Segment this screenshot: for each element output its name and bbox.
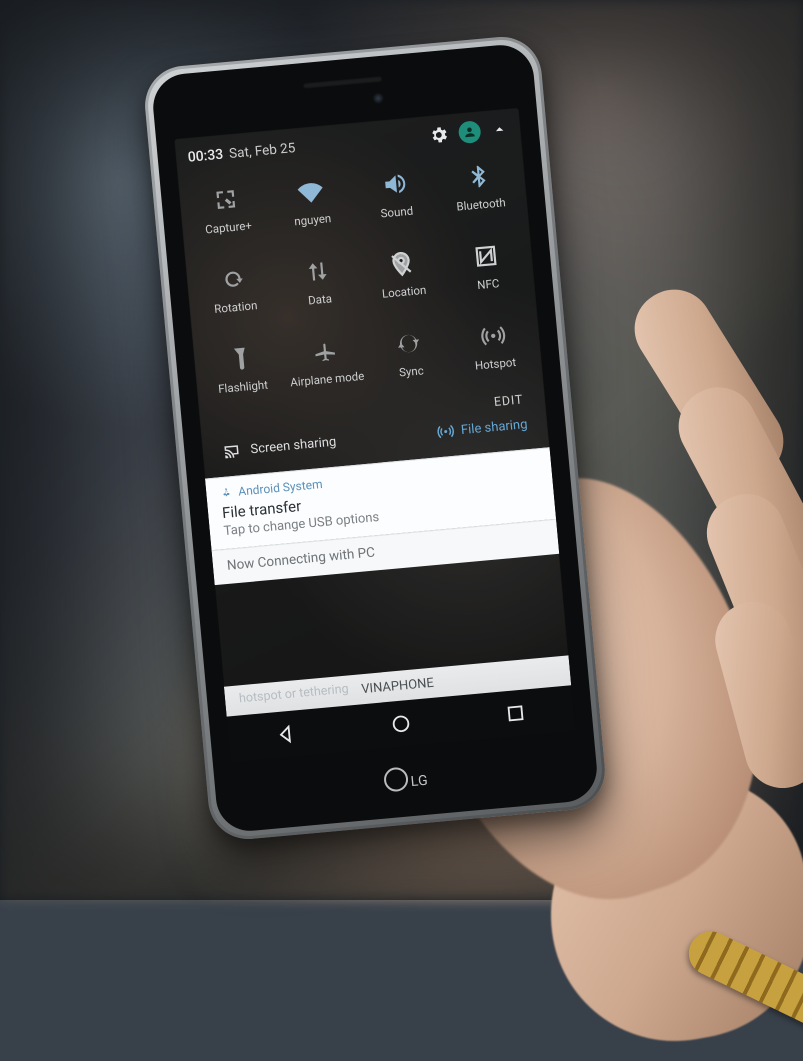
qs-tile-label: Data <box>307 291 332 307</box>
capture-plus-icon <box>210 183 243 216</box>
broadcast-icon <box>436 422 456 442</box>
qs-tile-hotspot[interactable]: Hotspot <box>449 311 540 398</box>
earpiece <box>303 76 383 89</box>
qs-tile-rotation[interactable]: Rotation <box>189 254 280 341</box>
airplane-icon <box>308 335 341 368</box>
bracelet <box>681 924 803 1060</box>
qs-tile-label: Bluetooth <box>456 195 506 213</box>
file-sharing-button[interactable]: File sharing <box>436 415 528 441</box>
cast-icon <box>222 441 242 461</box>
chevron-up-icon[interactable] <box>490 120 510 140</box>
front-sensor <box>372 92 385 105</box>
qs-tile-label: Rotation <box>214 298 258 316</box>
qs-tile-capture-plus[interactable]: Capture+ <box>182 175 273 262</box>
back-icon <box>274 722 298 746</box>
qs-tile-label: nguyen <box>294 211 332 228</box>
home-icon <box>389 712 413 736</box>
screen: 00:33 Sat, Feb 25 Capture+nguyenSoun <box>174 108 575 763</box>
qs-tile-bluetooth[interactable]: Bluetooth <box>435 152 526 239</box>
qs-tile-flashlight[interactable]: Flashlight <box>197 334 288 421</box>
qs-tile-airplane[interactable]: Airplane mode <box>281 326 372 413</box>
user-avatar[interactable] <box>458 120 482 144</box>
qs-tile-nfc[interactable]: NFC <box>442 231 533 318</box>
qs-tile-sync[interactable]: Sync <box>365 319 456 406</box>
background-text: hotspot or tethering <box>238 681 349 706</box>
home-button[interactable] <box>385 708 418 741</box>
phone-bezel: 00:33 Sat, Feb 25 Capture+nguyenSoun <box>150 42 599 833</box>
qs-tile-label: Flashlight <box>218 378 269 396</box>
usb-icon <box>220 486 233 499</box>
edit-button[interactable]: EDIT <box>493 392 523 410</box>
clock: 00:33 <box>187 147 224 166</box>
recents-icon <box>504 701 528 725</box>
qs-tile-label: Location <box>381 283 427 301</box>
qs-tile-label: Sound <box>380 204 414 221</box>
phone: 00:33 Sat, Feb 25 Capture+nguyenSoun <box>142 34 609 843</box>
qs-tile-wifi[interactable]: nguyen <box>266 167 357 254</box>
settings-icon[interactable] <box>428 124 450 146</box>
file-sharing-label: File sharing <box>460 417 528 438</box>
qs-tile-label: Sync <box>398 363 424 379</box>
carrier-name: VINAPHONE <box>361 675 435 697</box>
rotation-icon <box>217 263 250 296</box>
location-icon <box>385 248 418 281</box>
back-button[interactable] <box>270 718 303 751</box>
status-date: Sat, Feb 25 <box>228 140 296 162</box>
sound-icon <box>378 168 411 201</box>
qs-tile-label: Hotspot <box>474 355 516 373</box>
nfc-icon <box>469 240 502 273</box>
wifi-icon <box>294 176 327 209</box>
qs-tile-label: Airplane mode <box>290 369 365 390</box>
bluetooth-icon <box>462 160 495 193</box>
qs-tile-data[interactable]: Data <box>273 247 364 334</box>
flashlight-icon <box>224 343 257 376</box>
qs-tile-label: NFC <box>477 276 500 292</box>
qs-tile-location[interactable]: Location <box>358 239 449 326</box>
qs-tile-sound[interactable]: Sound <box>350 159 441 246</box>
recents-button[interactable] <box>500 697 533 730</box>
notification-secondary-text: Now Connecting with PC <box>226 545 375 574</box>
screen-sharing-button[interactable]: Screen sharing <box>222 433 337 461</box>
sync-icon <box>393 327 426 360</box>
data-icon <box>301 255 334 288</box>
qs-tile-label: Capture+ <box>205 218 253 236</box>
quick-settings: Capture+ nguyen Sound Bluetooth Rotation Data… <box>178 147 550 478</box>
screen-sharing-label: Screen sharing <box>250 434 337 457</box>
hotspot-icon <box>477 320 510 353</box>
